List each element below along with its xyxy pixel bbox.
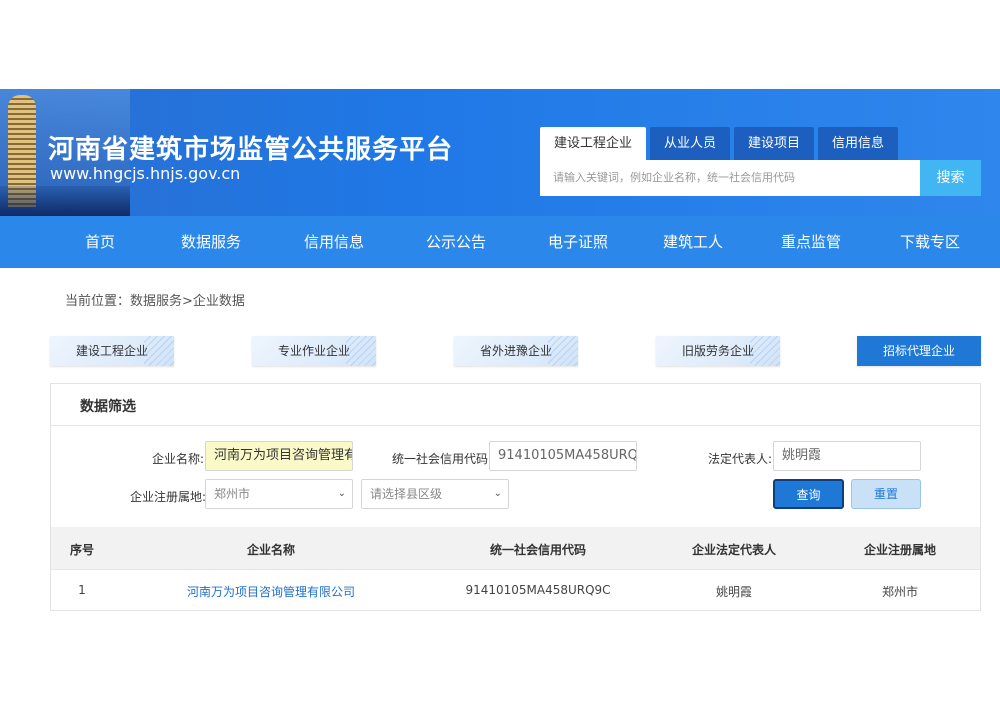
chevron-down-icon: ⌄ (337, 488, 346, 499)
search-tab-construction-enterprise[interactable]: 建设工程企业 (540, 127, 647, 160)
query-button[interactable]: 查询 (773, 479, 844, 509)
legal-rep-label: 法定代表人: (708, 452, 773, 466)
city-select-value: 郑州市 (214, 487, 251, 501)
nav-item-e-certificates[interactable]: 电子证照 (548, 216, 608, 268)
nav-item-data-service[interactable]: 数据服务 (181, 216, 241, 268)
search-tab-credit[interactable]: 信用信息 (818, 127, 899, 160)
nav-item-credit-info[interactable]: 信用信息 (304, 216, 364, 268)
row-divider (51, 569, 980, 570)
cell-legal-rep: 姚明霞 (715, 585, 753, 599)
breadcrumb: 当前位置：数据服务>企业数据 (65, 294, 245, 309)
column-header-index: 序号 (69, 543, 95, 557)
district-select-placeholder: 请选择县区级 (370, 487, 443, 501)
nav-item-announcements[interactable]: 公示公告 (426, 216, 486, 268)
search-tab-practitioners[interactable]: 从业人员 (650, 127, 731, 160)
column-header-legal-rep: 企业法定代表人 (691, 543, 777, 557)
search-tab-projects[interactable]: 建设项目 (734, 127, 815, 160)
nav-item-key-supervision[interactable]: 重点监管 (781, 216, 841, 268)
credit-code-input[interactable]: 91410105MA458URQ9C (489, 441, 637, 471)
site-header: 河南省建筑市场监管公共服务平台 www.hngcjs.hnjs.gov.cn 建… (0, 89, 1000, 216)
column-header-credit-code: 统一社会信用代码 (489, 543, 587, 557)
main-nav: 首页 数据服务 信用信息 公示公告 电子证照 建筑工人 重点监管 下载专区 (0, 216, 1000, 268)
company-name-label: 企业名称: (152, 452, 205, 466)
search-button[interactable]: 搜索 (920, 160, 981, 196)
city-select[interactable]: 郑州市 ⌄ (205, 479, 353, 509)
company-name-input[interactable]: 河南万为项目咨询管理有限公司 (205, 441, 353, 471)
search-input[interactable]: 请输入关键词，例如企业名称，统一社会信用代码 (540, 160, 920, 196)
skyline-image (0, 186, 130, 216)
site-title: 河南省建筑市场监管公共服务平台 (48, 135, 454, 165)
company-name-link[interactable]: 河南万为项目咨询管理有限公司 (187, 583, 355, 600)
region-label: 企业注册属地: (130, 490, 207, 504)
site-url: www.hngcjs.hnjs.gov.cn (50, 164, 241, 183)
nav-item-construction-workers[interactable]: 建筑工人 (663, 216, 723, 268)
search-tabs: 建设工程企业 从业人员 建设项目 信用信息 (540, 127, 902, 161)
cell-index: 1 (78, 583, 86, 597)
cell-region: 郑州市 (881, 585, 919, 599)
nav-item-home[interactable]: 首页 (85, 216, 115, 268)
filter-panel-title: 数据筛选 (80, 399, 136, 415)
chevron-down-icon: ⌄ (493, 488, 502, 499)
district-select[interactable]: 请选择县区级 ⌄ (361, 479, 509, 509)
category-bidding-agency[interactable]: 招标代理企业 (857, 336, 981, 366)
reset-button[interactable]: 重置 (851, 479, 921, 509)
panel-divider (51, 425, 980, 426)
column-header-region: 企业注册属地 (863, 543, 937, 557)
nav-item-downloads[interactable]: 下载专区 (900, 216, 960, 268)
credit-code-label: 统一社会信用代码: (392, 452, 493, 466)
category-legacy-labor[interactable]: 旧版劳务企业 (656, 336, 780, 366)
category-construction-enterprise[interactable]: 建设工程企业 (50, 336, 174, 366)
cell-credit-code: 91410105MA458URQ9C (465, 583, 611, 597)
column-header-company-name: 企业名称 (246, 543, 296, 557)
legal-rep-input[interactable]: 姚明霞 (773, 441, 921, 471)
category-professional-operation[interactable]: 专业作业企业 (252, 336, 376, 366)
category-out-of-province[interactable]: 省外进豫企业 (454, 336, 578, 366)
